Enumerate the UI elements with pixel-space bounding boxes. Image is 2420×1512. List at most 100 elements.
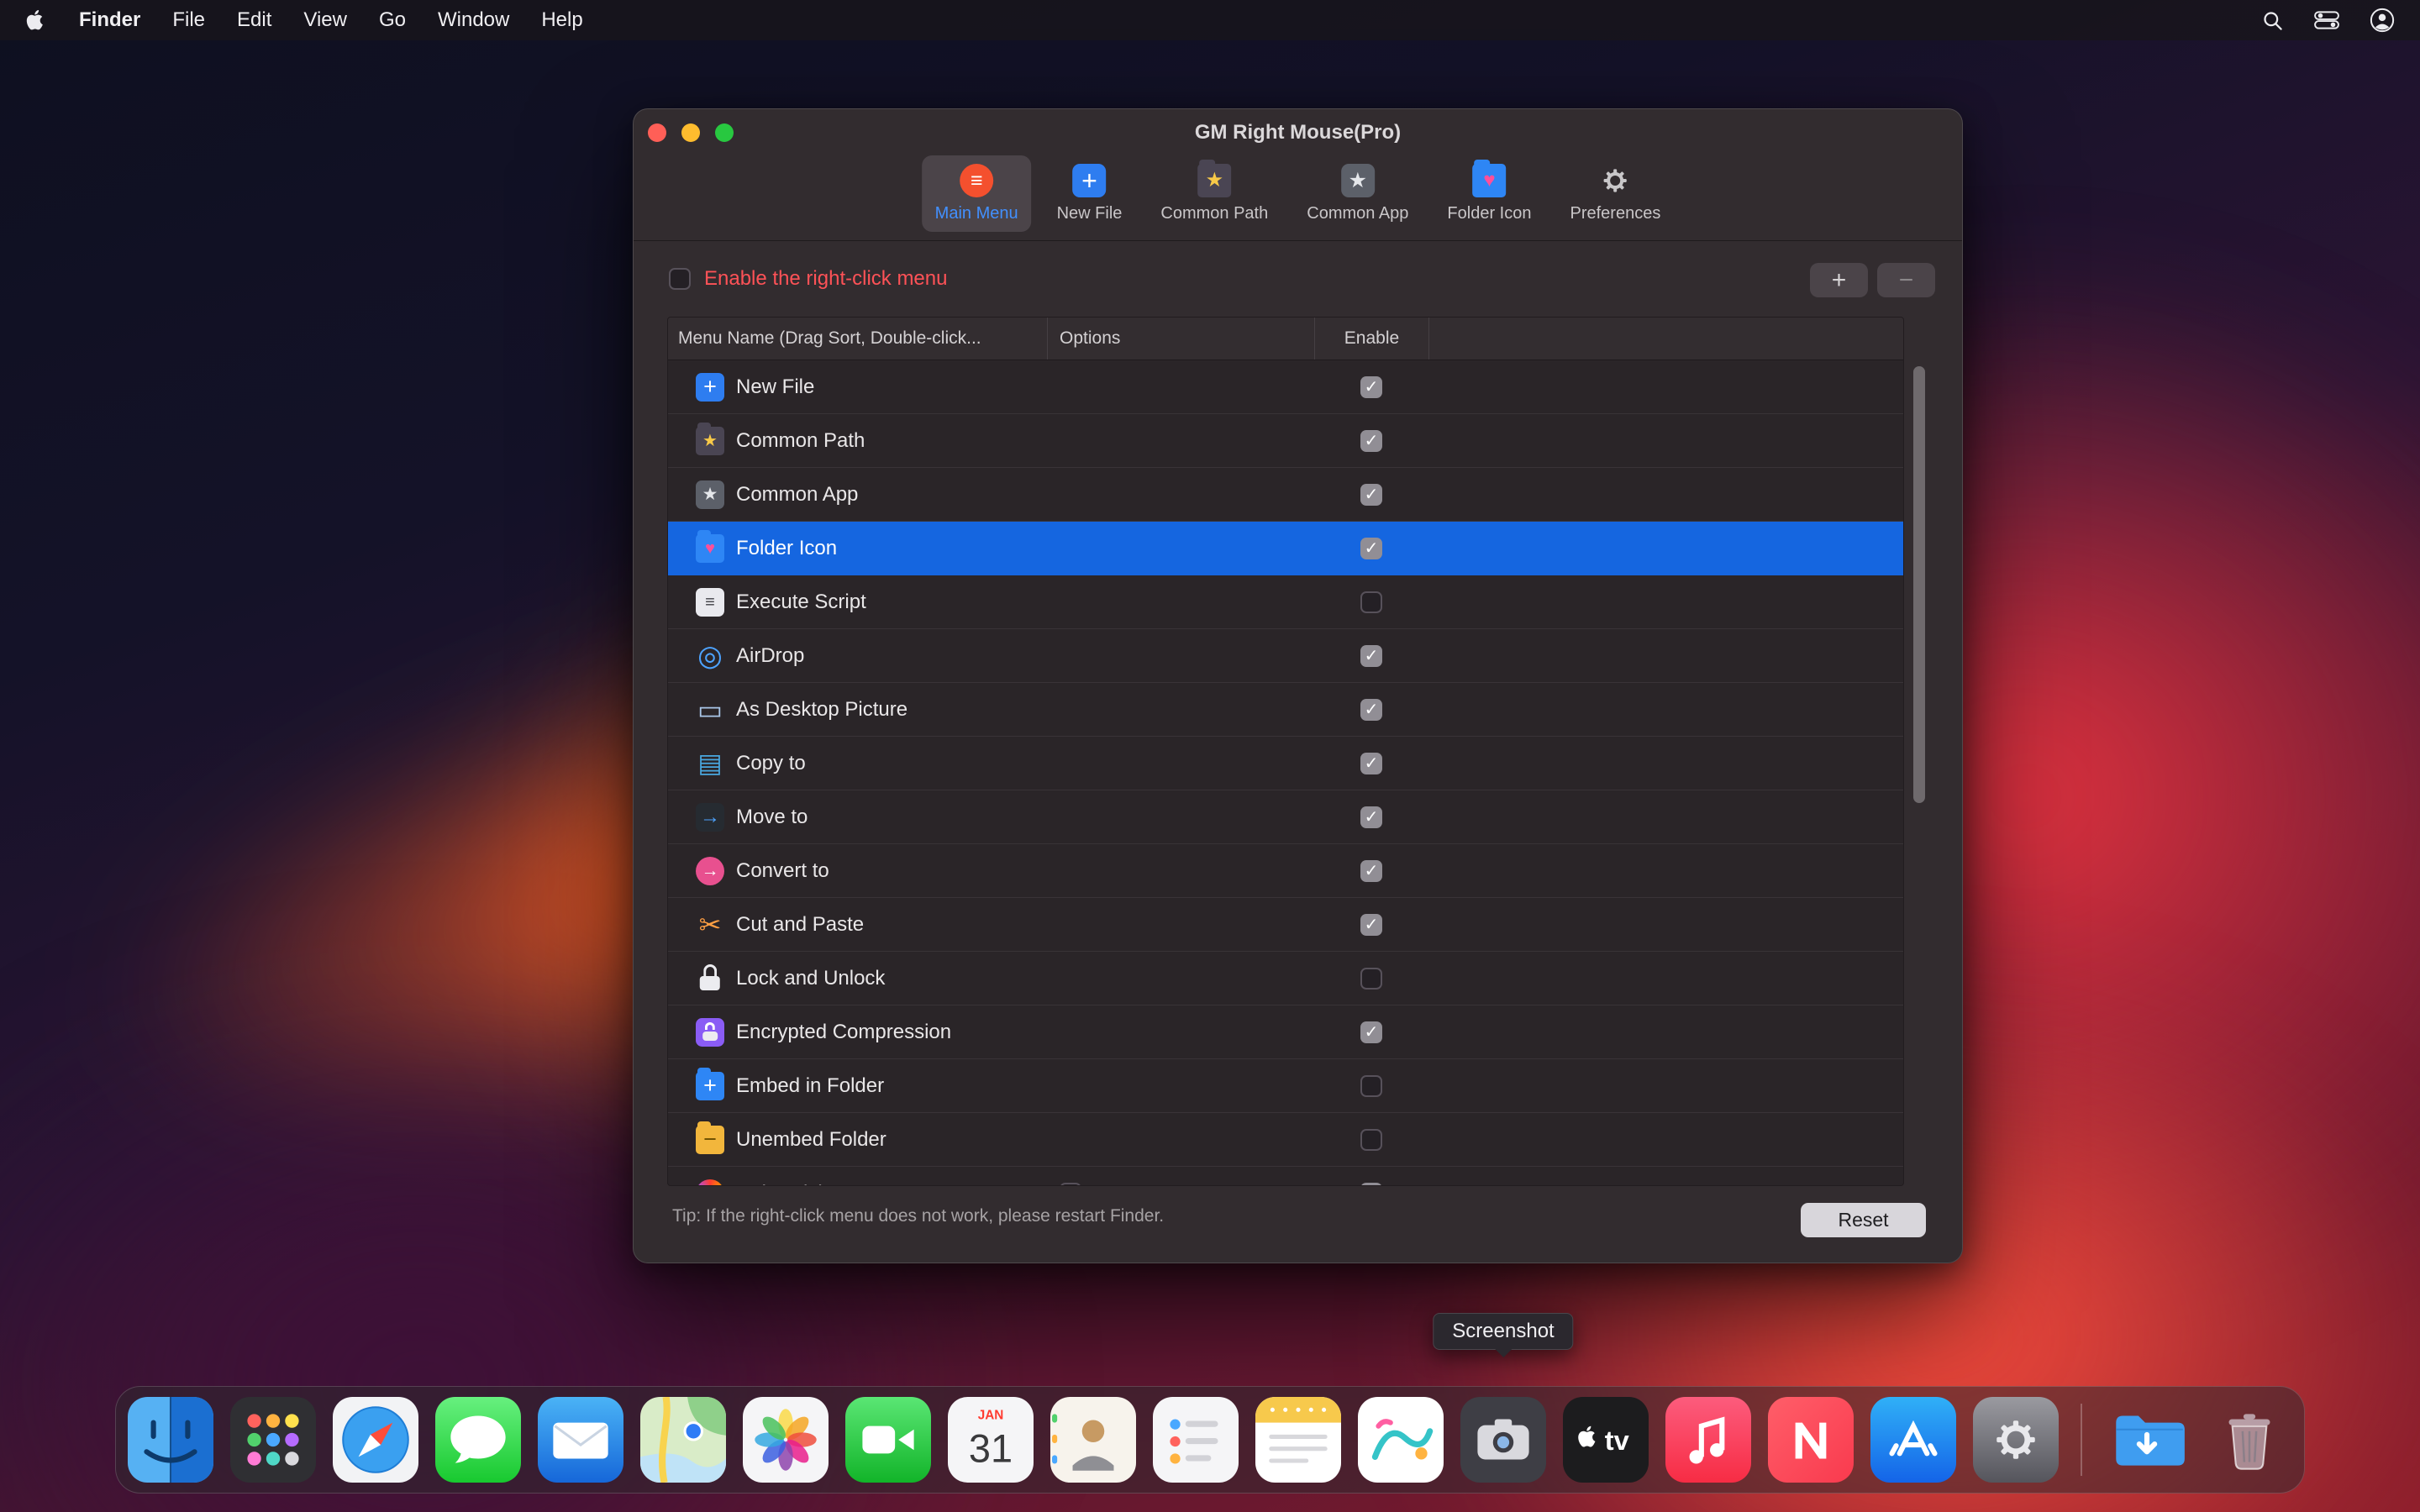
table-row-as-desktop-picture[interactable]: ▭As Desktop Picture✓ (668, 683, 1903, 737)
menu-bar-app-name[interactable]: Finder (79, 8, 140, 32)
table-row-new-file[interactable]: +New File✓ (668, 360, 1903, 414)
lock-icon (696, 964, 724, 993)
enable-checkbox[interactable]: ✓ (1360, 914, 1382, 936)
table-row-cut-and-paste[interactable]: ✂Cut and Paste✓ (668, 898, 1903, 952)
control-center-icon[interactable] (2314, 9, 2339, 31)
tab-label: Common Path (1160, 204, 1268, 223)
remove-menu-button[interactable]: − (1877, 263, 1935, 297)
scrollbar-thumb[interactable] (1913, 366, 1925, 803)
enable-checkbox[interactable] (1360, 968, 1382, 990)
dock-launchpad[interactable] (230, 1397, 316, 1483)
preferences-gear-icon (1598, 164, 1632, 197)
row-name: Color Picker (736, 1182, 846, 1187)
table-row-encrypted-compression[interactable]: Encrypted Compression✓ (668, 1005, 1903, 1059)
svg-text:31: 31 (969, 1427, 1013, 1471)
enable-checkbox[interactable]: ✓ (1360, 860, 1382, 882)
search-icon[interactable] (2261, 9, 2284, 32)
enable-checkbox[interactable] (1360, 1075, 1382, 1097)
enable-checkbox[interactable]: ✓ (1360, 753, 1382, 774)
enable-right-click-label: Enable the right-click menu (704, 267, 947, 291)
table-row-move-to[interactable]: →Move to✓ (668, 790, 1903, 844)
enable-checkbox[interactable]: ✓ (1360, 699, 1382, 721)
dock-safari[interactable] (333, 1397, 418, 1483)
table-row-embed-in-folder[interactable]: +Embed in Folder (668, 1059, 1903, 1113)
dock-news[interactable] (1768, 1397, 1854, 1483)
enable-checkbox[interactable]: ✓ (1360, 484, 1382, 506)
add-menu-button[interactable]: + (1810, 263, 1868, 297)
dock-facetime[interactable] (845, 1397, 931, 1483)
table-row-airdrop[interactable]: ◎AirDrop✓ (668, 629, 1903, 683)
tab-folder-icon[interactable]: ♥Folder Icon (1434, 155, 1544, 232)
row-name: As Desktop Picture (736, 698, 908, 722)
dock-screenshot[interactable] (1460, 1397, 1546, 1483)
menu-item-view[interactable]: View (303, 8, 347, 32)
apple-menu-icon[interactable] (25, 9, 47, 31)
enable-checkbox[interactable]: ✓ (1360, 1183, 1382, 1187)
tab-main-menu[interactable]: ≡Main Menu (922, 155, 1032, 232)
tab-new-file[interactable]: +New File (1044, 155, 1136, 232)
table-row-execute-script[interactable]: ≡Execute Script (668, 575, 1903, 629)
menu-item-help[interactable]: Help (541, 8, 582, 32)
dock-notes[interactable] (1255, 1397, 1341, 1483)
dock-freeform[interactable] (1358, 1397, 1444, 1483)
enable-checkbox[interactable]: ✓ (1360, 806, 1382, 828)
execute-script-icon: ≡ (696, 588, 724, 617)
enable-checkbox[interactable]: ✓ (1360, 538, 1382, 559)
row-name: Unembed Folder (736, 1128, 886, 1152)
dock-finder[interactable] (128, 1397, 213, 1483)
table-row-copy-to[interactable]: ▤Copy to✓ (668, 737, 1903, 790)
row-name: Move to (736, 806, 808, 829)
table-row-folder-icon[interactable]: ♥Folder Icon✓ (668, 522, 1903, 575)
option-label: HEX value with "#" (1092, 1182, 1252, 1186)
dock-maps[interactable] (640, 1397, 726, 1483)
user-icon[interactable] (2370, 8, 2395, 33)
enable-checkbox[interactable]: ✓ (1360, 645, 1382, 667)
option-checkbox[interactable] (1060, 1183, 1081, 1187)
color-picker-icon (696, 1179, 724, 1187)
dock-reminders[interactable] (1153, 1397, 1239, 1483)
table-row-unembed-folder[interactable]: −Unembed Folder (668, 1113, 1903, 1167)
table-row-convert-to[interactable]: →Convert to✓ (668, 844, 1903, 898)
enable-checkbox[interactable]: ✓ (1360, 1021, 1382, 1043)
menu-item-window[interactable]: Window (438, 8, 509, 32)
enable-checkbox[interactable] (1360, 1129, 1382, 1151)
column-enable[interactable]: Enable (1315, 318, 1429, 360)
dock-downloads[interactable] (2104, 1397, 2190, 1483)
common-path-icon: ★ (696, 427, 724, 455)
dock-contacts[interactable] (1050, 1397, 1136, 1483)
dock-messages[interactable] (435, 1397, 521, 1483)
enable-checkbox[interactable]: ✓ (1360, 376, 1382, 398)
menu-item-go[interactable]: Go (379, 8, 406, 32)
dock-calendar[interactable]: JAN31 (948, 1397, 1034, 1483)
tab-preferences[interactable]: Preferences (1556, 155, 1674, 232)
tab-common-app[interactable]: ★Common App (1293, 155, 1422, 232)
dock-trash[interactable] (2207, 1397, 2292, 1483)
column-menu-name[interactable]: Menu Name (Drag Sort, Double-click... (668, 318, 1048, 360)
tab-label: Folder Icon (1447, 204, 1531, 223)
column-options[interactable]: Options (1048, 318, 1315, 360)
tab-label: Main Menu (935, 204, 1018, 223)
dock-appletv[interactable]: tv (1563, 1397, 1649, 1483)
embed-folder-icon: + (696, 1072, 724, 1100)
dock-settings[interactable] (1973, 1397, 2059, 1483)
cut-paste-icon: ✂ (696, 911, 724, 939)
dock-mail[interactable] (538, 1397, 623, 1483)
dock-separator (2081, 1404, 2082, 1476)
menu-item-file[interactable]: File (172, 8, 205, 32)
table-scrollbar[interactable] (1913, 359, 1925, 1184)
window-title: GM Right Mouse(Pro) (634, 121, 1962, 144)
reset-button[interactable]: Reset (1801, 1203, 1926, 1237)
table-row-color-picker[interactable]: Color Picker HEX value with "#" ✓ (668, 1167, 1903, 1186)
enable-right-click-checkbox[interactable] (669, 268, 691, 290)
enable-checkbox[interactable]: ✓ (1360, 430, 1382, 452)
enable-checkbox[interactable] (1360, 591, 1382, 613)
menu-item-edit[interactable]: Edit (237, 8, 271, 32)
table-row-lock-and-unlock[interactable]: Lock and Unlock (668, 952, 1903, 1005)
tab-common-path[interactable]: ★Common Path (1147, 155, 1281, 232)
dock-music[interactable] (1665, 1397, 1751, 1483)
column-empty (1429, 318, 1903, 360)
dock-photos[interactable] (743, 1397, 829, 1483)
dock-appstore[interactable] (1870, 1397, 1956, 1483)
table-row-common-app[interactable]: ★Common App✓ (668, 468, 1903, 522)
table-row-common-path[interactable]: ★Common Path✓ (668, 414, 1903, 468)
